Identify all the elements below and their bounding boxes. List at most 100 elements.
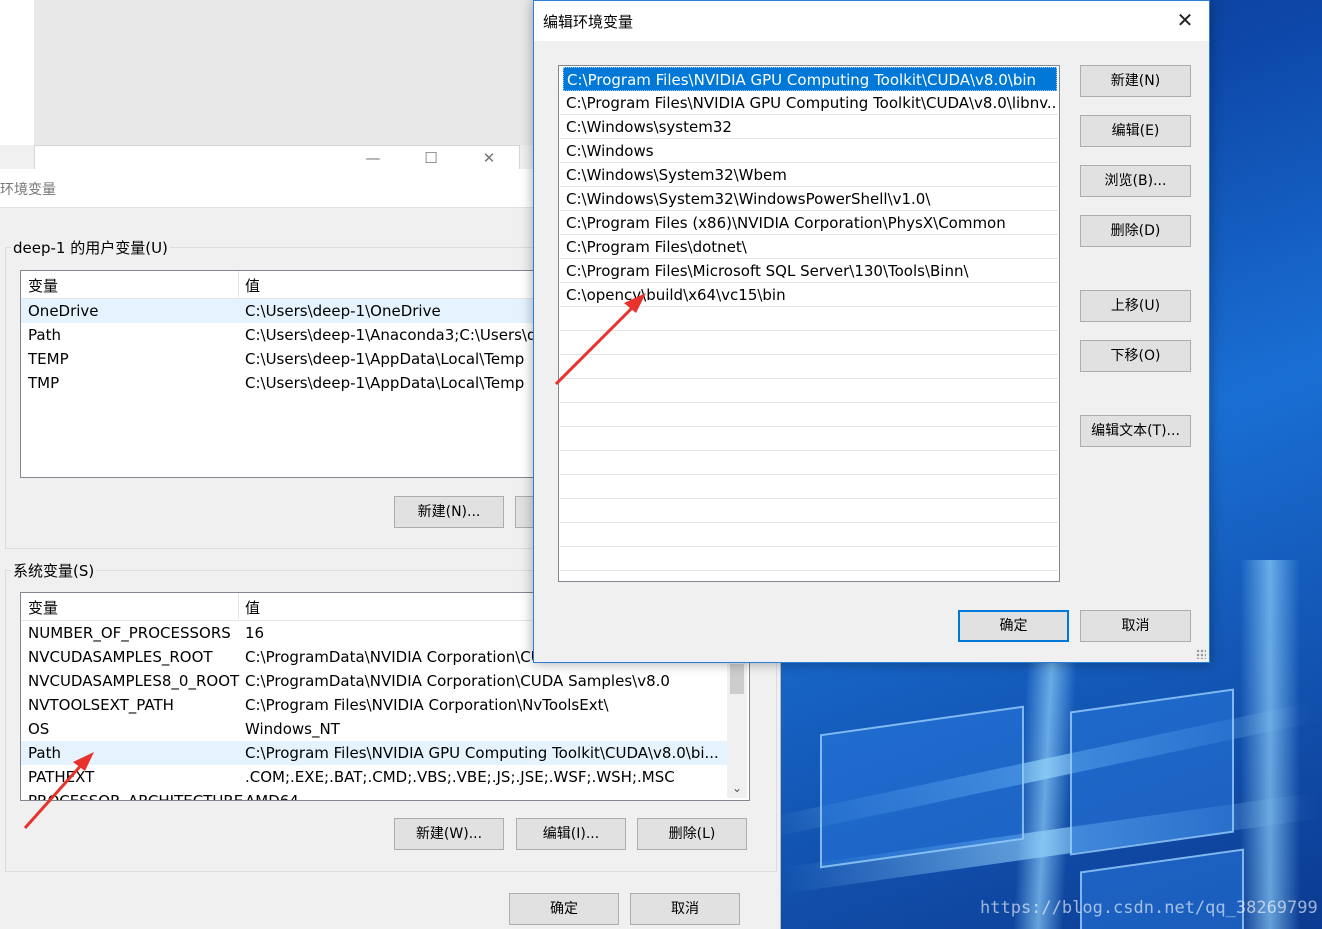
- path-browse-button[interactable]: 浏览(B)...: [1080, 165, 1191, 197]
- path-text: C:\Windows: [566, 142, 654, 160]
- var-value: Windows_NT: [245, 720, 340, 738]
- list-item-empty[interactable]: [560, 307, 1058, 331]
- var-name: NVCUDASAMPLES8_0_ROOT: [28, 672, 240, 690]
- var-name: TEMP: [28, 350, 69, 368]
- list-header: 变量 值: [21, 274, 541, 299]
- var-name: NVCUDASAMPLES_ROOT: [28, 648, 213, 666]
- list-item-empty[interactable]: [560, 475, 1058, 499]
- path-text: C:\opencv\build\x64\vc15\bin: [566, 286, 786, 304]
- column-header-value[interactable]: 值: [245, 596, 260, 620]
- var-value: C:\Program Files\NVIDIA GPU Computing To…: [245, 744, 719, 762]
- var-name: OneDrive: [28, 302, 99, 320]
- table-row[interactable]: NVCUDASAMPLES8_0_ROOT C:\ProgramData\NVI…: [21, 669, 727, 693]
- list-item[interactable]: C:\Windows\System32\Wbem: [560, 163, 1058, 187]
- path-text: C:\Program Files (x86)\NVIDIA Corporatio…: [566, 214, 1006, 232]
- list-item-empty[interactable]: [560, 355, 1058, 379]
- path-text: C:\Program Files\NVIDIA GPU Computing To…: [566, 94, 1058, 112]
- path-move-down-button[interactable]: 下移(O): [1080, 340, 1191, 372]
- table-row-path-selected[interactable]: Path C:\Program Files\NVIDIA GPU Computi…: [21, 741, 727, 765]
- var-value: C:\Users\deep-1\AppData\Local\Temp: [245, 350, 525, 368]
- maximize-button[interactable]: ☐: [411, 148, 451, 168]
- user-new-button[interactable]: 新建(N)...: [394, 496, 504, 528]
- list-item[interactable]: C:\Windows: [560, 139, 1058, 163]
- list-item-empty[interactable]: [560, 427, 1058, 451]
- list-item[interactable]: C:\Windows\system32: [560, 115, 1058, 139]
- column-header-variable[interactable]: 变量: [28, 274, 58, 298]
- edit-cancel-button[interactable]: 取消: [1080, 610, 1191, 642]
- system-edit-button[interactable]: 编辑(I)...: [516, 818, 626, 850]
- edit-env-variable-dialog: 编辑环境变量 ✕ C:\Program Files\NVIDIA GPU Com…: [533, 0, 1210, 663]
- list-item-empty[interactable]: [560, 403, 1058, 427]
- user-variables-label: deep-1 的用户变量(U): [11, 237, 170, 258]
- path-text: C:\Windows\System32\WindowsPowerShell\v1…: [566, 190, 931, 208]
- path-text: C:\Windows\system32: [566, 118, 732, 136]
- edit-ok-button[interactable]: 确定: [958, 610, 1069, 642]
- path-move-up-button[interactable]: 上移(U): [1080, 290, 1191, 322]
- scroll-down-icon[interactable]: ⌄: [727, 778, 747, 798]
- env-cancel-button[interactable]: 取消: [630, 893, 740, 925]
- system-new-button[interactable]: 新建(W)...: [394, 818, 504, 850]
- table-row[interactable]: PATHEXT .COM;.EXE;.BAT;.CMD;.VBS;.VBE;.J…: [21, 765, 727, 789]
- var-value: AMD64: [245, 792, 299, 801]
- var-value: C:\ProgramData\NVIDIA Corporation\CU: [245, 648, 542, 666]
- watermark-text: https://blog.csdn.net/qq_38269799: [980, 898, 1318, 918]
- user-variables-list[interactable]: 变量 值 OneDrive C:\Users\deep-1\OneDrive P…: [20, 270, 542, 478]
- list-item[interactable]: C:\Program Files\Microsoft SQL Server\13…: [560, 259, 1058, 283]
- list-item[interactable]: C:\opencv\build\x64\vc15\bin: [560, 283, 1058, 307]
- close-button[interactable]: ✕: [469, 148, 509, 168]
- var-value: C:\Users\deep-1\OneDrive: [245, 302, 441, 320]
- var-name: PROCESSOR_ARCHITECTURE: [28, 792, 244, 801]
- path-edit-button[interactable]: 编辑(E): [1080, 115, 1191, 147]
- var-name: OS: [28, 720, 50, 738]
- path-new-button[interactable]: 新建(N): [1080, 65, 1191, 97]
- var-value: C:\ProgramData\NVIDIA Corporation\CUDA S…: [245, 672, 670, 690]
- table-row[interactable]: PROCESSOR_ARCHITECTURE AMD64: [21, 789, 727, 801]
- list-item-empty[interactable]: [560, 499, 1058, 523]
- resize-grip-icon[interactable]: [1196, 649, 1206, 659]
- var-value: 16: [245, 624, 265, 642]
- list-item-empty[interactable]: [560, 523, 1058, 547]
- background-window-strip: [34, 0, 534, 145]
- scrollbar-thumb[interactable]: [730, 664, 744, 694]
- system-delete-button[interactable]: 删除(L): [637, 818, 747, 850]
- var-name: NUMBER_OF_PROCESSORS: [28, 624, 231, 642]
- column-header-variable[interactable]: 变量: [28, 596, 58, 620]
- column-header-value[interactable]: 值: [245, 274, 260, 298]
- minimize-button[interactable]: —: [353, 148, 393, 168]
- path-entries-list[interactable]: C:\Program Files\NVIDIA GPU Computing To…: [558, 65, 1060, 582]
- list-item[interactable]: C:\Program Files\dotnet\: [560, 235, 1058, 259]
- table-row[interactable]: TMP C:\Users\deep-1\AppData\Local\Temp: [21, 371, 541, 395]
- path-edit-text-button[interactable]: 编辑文本(T)...: [1080, 415, 1191, 447]
- path-delete-button[interactable]: 删除(D): [1080, 215, 1191, 247]
- env-window-title: 环境变量: [0, 182, 56, 198]
- table-row[interactable]: OneDrive C:\Users\deep-1\OneDrive: [21, 299, 541, 323]
- list-item[interactable]: C:\Program Files\NVIDIA GPU Computing To…: [560, 91, 1058, 115]
- table-row[interactable]: OS Windows_NT: [21, 717, 727, 741]
- edit-dialog-title: 编辑环境变量: [543, 13, 634, 31]
- list-item-empty[interactable]: [560, 547, 1058, 571]
- path-text: C:\Program Files\NVIDIA GPU Computing To…: [567, 71, 1037, 89]
- list-item-empty[interactable]: [560, 451, 1058, 475]
- list-item[interactable]: C:\Windows\System32\WindowsPowerShell\v1…: [560, 187, 1058, 211]
- var-value: C:\Users\deep-1\AppData\Local\Temp: [245, 374, 525, 392]
- var-value: C:\Program Files\NVIDIA Corporation\NvTo…: [245, 696, 609, 714]
- list-item-selected[interactable]: C:\Program Files\NVIDIA GPU Computing To…: [563, 67, 1057, 91]
- var-value: C:\Users\deep-1\Anaconda3;C:\Users\d: [245, 326, 537, 344]
- var-name: Path: [28, 744, 61, 762]
- env-ok-button[interactable]: 确定: [509, 893, 619, 925]
- var-name: PATHEXT: [28, 768, 95, 786]
- list-item[interactable]: C:\Program Files (x86)\NVIDIA Corporatio…: [560, 211, 1058, 235]
- var-value: .COM;.EXE;.BAT;.CMD;.VBS;.VBE;.JS;.JSE;.…: [245, 768, 675, 786]
- path-text: C:\Program Files\dotnet\: [566, 238, 747, 256]
- list-item-empty[interactable]: [560, 331, 1058, 355]
- list-item-empty[interactable]: [560, 379, 1058, 403]
- var-name: TMP: [28, 374, 60, 392]
- system-variables-label: 系统变量(S): [11, 560, 97, 581]
- close-icon[interactable]: ✕: [1171, 6, 1199, 34]
- table-row[interactable]: NVTOOLSEXT_PATH C:\Program Files\NVIDIA …: [21, 693, 727, 717]
- table-row[interactable]: Path C:\Users\deep-1\Anaconda3;C:\Users\…: [21, 323, 541, 347]
- edit-dialog-titlebar: 编辑环境变量 ✕: [534, 1, 1209, 41]
- var-name: Path: [28, 326, 61, 344]
- table-row[interactable]: TEMP C:\Users\deep-1\AppData\Local\Temp: [21, 347, 541, 371]
- path-text: C:\Windows\System32\Wbem: [566, 166, 787, 184]
